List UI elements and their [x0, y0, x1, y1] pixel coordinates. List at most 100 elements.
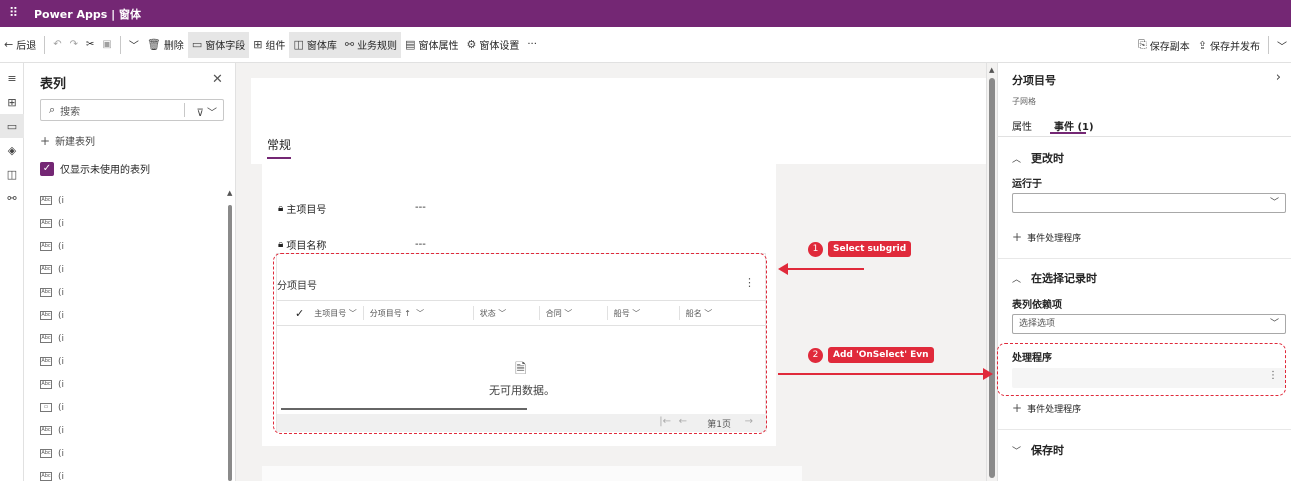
chevron-right-icon[interactable]: ›	[1276, 70, 1281, 85]
list-item[interactable]: Abc (i	[40, 235, 220, 258]
components-button[interactable]: ⊞ 组件	[249, 32, 289, 58]
field-project-name[interactable]: 🔒︎ 项目名称	[278, 237, 326, 252]
scroll-up-icon[interactable]: ▲	[227, 189, 232, 197]
text-field-icon: Abc	[40, 472, 52, 481]
form-properties-button[interactable]: ▤ 窗体属性	[401, 32, 462, 58]
panel-scrollbar[interactable]: ▲	[227, 189, 233, 481]
only-unused-checkbox[interactable]: ✓ 仅显示未使用的表列	[40, 161, 150, 176]
filter-icon[interactable]: ⊽ ﹀	[197, 104, 218, 119]
table-columns-icon[interactable]: ▭	[0, 114, 24, 138]
text-field-icon: Abc	[40, 219, 52, 228]
form-library-icon[interactable]: ◫	[0, 162, 24, 186]
lock-icon: 🔒︎	[278, 203, 284, 214]
list-item[interactable]: Abc (i	[40, 281, 220, 304]
list-item[interactable]: Abc (i	[40, 442, 220, 465]
plus-icon: +	[1012, 230, 1023, 244]
scroll-up-icon[interactable]: ▲	[989, 66, 994, 74]
list-item[interactable]: Abc (i	[40, 373, 220, 396]
business-rules-button[interactable]: ⚯ 业务规则	[340, 31, 402, 58]
add-event-handler-button[interactable]: + 事件处理程序	[1012, 230, 1081, 244]
form-settings-button[interactable]: ⚙ 窗体设置	[462, 32, 523, 58]
flow-icon: ⚯	[344, 38, 355, 51]
new-column-button[interactable]: + 新建表列	[40, 133, 95, 148]
app-title: Power Apps | 窗体	[34, 7, 141, 21]
list-item[interactable]: Abc (i	[40, 419, 220, 442]
list-item[interactable]: Abc (i	[40, 465, 220, 481]
add-event-handler-button[interactable]: + 事件处理程序	[1012, 401, 1081, 415]
list-item[interactable]: ▭ (i	[40, 396, 220, 419]
on-record-select-section-header[interactable]: ︿ 在选择记录时	[1012, 270, 1097, 286]
list-item[interactable]: Abc (i	[40, 189, 220, 212]
save-options-button[interactable]: ﹀	[1273, 32, 1291, 58]
clipboard-icon: ▣	[102, 39, 112, 50]
scrollbar-thumb[interactable]	[228, 205, 232, 481]
more-commands-button[interactable]: ···	[523, 32, 541, 58]
text-field-icon: ▭	[191, 38, 203, 51]
chevron-up-icon: ︿	[1012, 154, 1022, 165]
tab-indicator	[267, 157, 291, 159]
components-icon[interactable]: ⊞	[0, 90, 24, 114]
arrow-left-icon: ←	[4, 38, 14, 51]
form-library-button[interactable]: ◫ 窗体库	[289, 31, 341, 58]
undo-icon: ↶	[53, 39, 62, 50]
scrollbar-thumb[interactable]	[989, 78, 995, 478]
divider	[184, 103, 185, 117]
callout-add-onselect: 2 Add 'OnSelect' Evn	[808, 347, 934, 363]
text-field-icon: Abc	[40, 380, 52, 389]
text-field-icon: Abc	[40, 334, 52, 343]
layers-icon[interactable]: ◈	[0, 138, 24, 162]
close-icon[interactable]: ✕	[212, 72, 223, 87]
back-button[interactable]: ← 后退	[0, 32, 40, 58]
step-number: 2	[808, 347, 823, 363]
left-rail: ≡ ⊞ ▭ ◈ ◫ ⚯	[0, 63, 24, 481]
tab-events[interactable]: 事件 (1)	[1054, 118, 1094, 133]
components-icon: ⊞	[253, 38, 263, 51]
search-input[interactable]: ⌕ 搜索 ⊽ ﹀	[40, 99, 224, 121]
list-item[interactable]: Abc (i	[40, 258, 220, 281]
on-change-section-header[interactable]: ︿ 更改时	[1012, 150, 1064, 166]
tab-properties[interactable]: 属性	[1012, 118, 1032, 133]
chevron-down-icon: ﹀	[128, 41, 139, 52]
form-section-next[interactable]	[262, 466, 802, 481]
list-item[interactable]: Abc (i	[40, 212, 220, 235]
hamburger-menu-icon[interactable]: ≡	[0, 66, 24, 90]
redo-button[interactable]: ↷	[66, 32, 82, 58]
text-field-icon: Abc	[40, 426, 52, 435]
list-item[interactable]: Abc (i	[40, 350, 220, 373]
cut-button[interactable]: ✂	[82, 32, 98, 58]
list-item[interactable]: Abc (i	[40, 327, 220, 350]
save-copy-button[interactable]: ⎘ 保存副本	[1134, 32, 1194, 58]
dependency-select[interactable]: 选择选项 ﹀	[1012, 314, 1286, 334]
text-field-icon: Abc	[40, 357, 52, 366]
divider	[44, 35, 46, 54]
panel-title: 分项目号	[1012, 74, 1056, 87]
command-bar: ← 后退 ↶ ↷ ✂ ▣ ﹀ 🗑 删除 ▭ 窗体字段 ⊞ 组件 ◫ 窗体库 ⚯ 业务规则 ▤…	[0, 27, 1291, 63]
save-publish-button[interactable]: ⇪ 保存并发布	[1194, 32, 1264, 58]
canvas-scrollbar[interactable]: ▲	[986, 63, 997, 481]
field-value: ---	[415, 202, 426, 213]
delete-button[interactable]: 🗑 删除	[143, 32, 188, 58]
tree-view-icon[interactable]: ⚯	[0, 186, 24, 210]
form-header-card: 常规	[251, 78, 986, 164]
list-item[interactable]: Abc (i	[40, 304, 220, 327]
arrow-right-icon	[983, 368, 993, 380]
run-on-select[interactable]: ﹀	[1012, 193, 1286, 213]
step-label: Add 'OnSelect' Evn	[828, 347, 934, 363]
publish-icon: ⇪	[1197, 38, 1207, 52]
field-main-project-number[interactable]: 🔒︎ 主项目号	[278, 201, 326, 216]
step-label: Select subgrid	[828, 241, 912, 257]
on-save-section-header[interactable]: ﹀ 保存时	[1012, 442, 1064, 458]
search-placeholder: 搜索	[60, 106, 81, 118]
redo-icon: ↷	[69, 39, 78, 50]
subgrid-highlight	[273, 253, 767, 434]
text-field-icon: Abc	[40, 311, 52, 320]
text-field-icon: Abc	[40, 196, 52, 205]
tab-general[interactable]: 常规	[267, 136, 291, 153]
paste-button[interactable]: ▣	[98, 32, 115, 58]
form-fields-button[interactable]: ▭ 窗体字段	[187, 31, 250, 58]
panel-subtitle: 子网格	[1012, 97, 1036, 106]
properties-panel: 分项目号 › 子网格 属性 事件 (1) ︿ 更改时 运行于 ﹀ + 事件处理程…	[997, 63, 1291, 481]
undo-button[interactable]: ↶	[49, 32, 65, 58]
app-launcher-icon[interactable]: ⠿	[0, 6, 26, 21]
paste-options-button[interactable]: ﹀	[125, 32, 143, 58]
